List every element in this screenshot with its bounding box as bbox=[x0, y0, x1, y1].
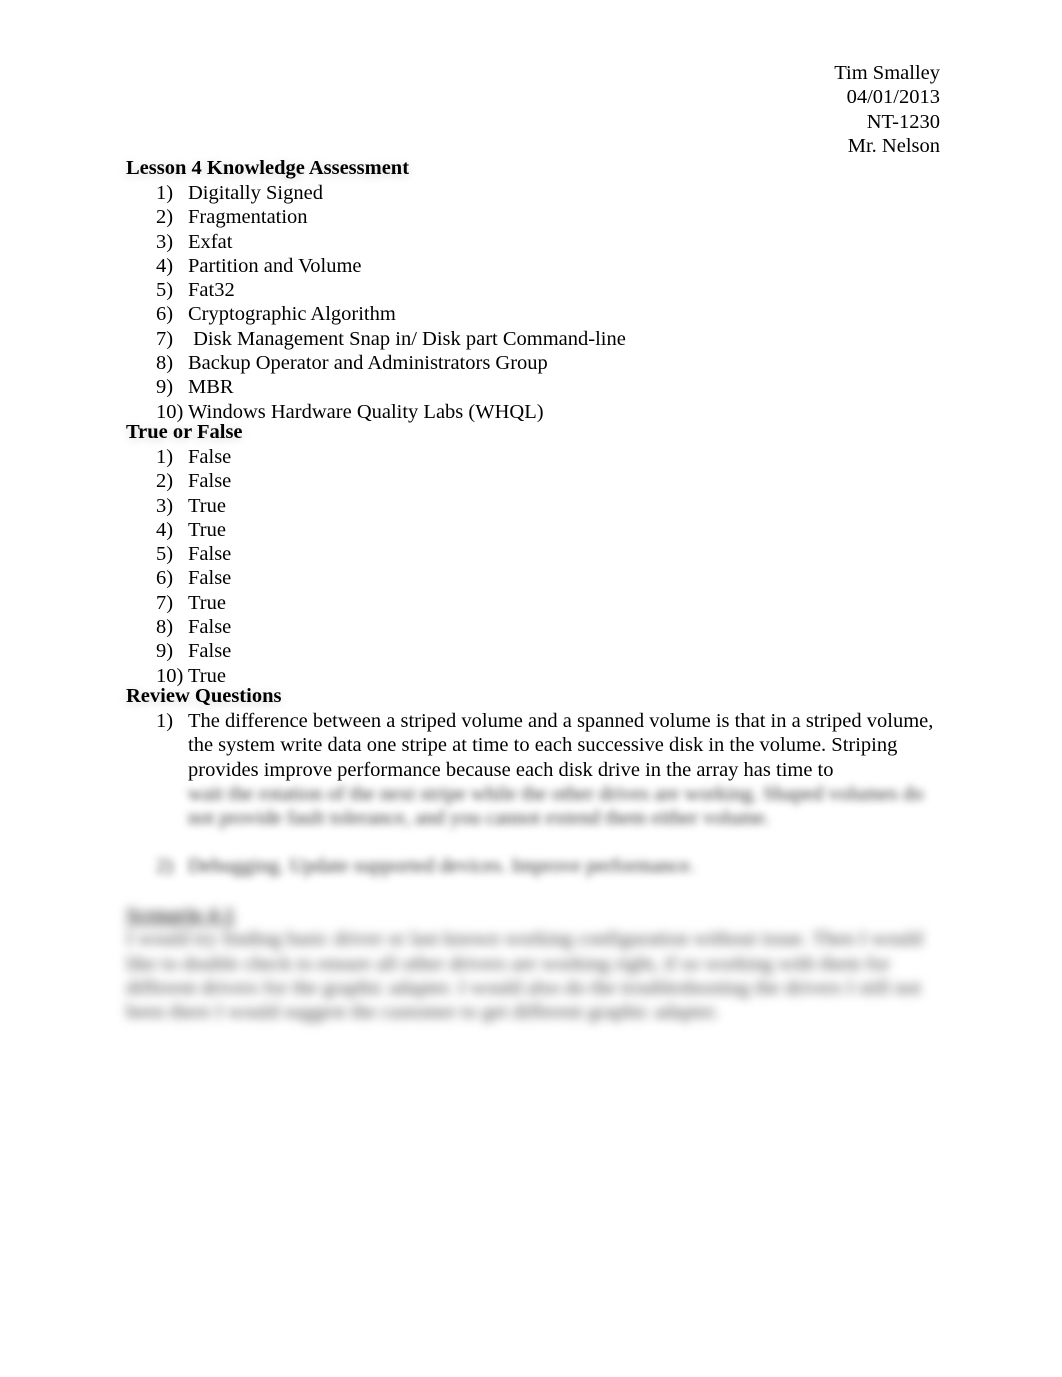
review-answer-text: The difference between a striped volume … bbox=[188, 710, 934, 781]
document-header: Tim Smalley 04/01/2013 NT-1230 Mr. Nelso… bbox=[834, 61, 940, 158]
item-text: False bbox=[188, 446, 232, 468]
list-item: 1) False bbox=[156, 445, 231, 469]
list-item: 9) MBR bbox=[156, 375, 626, 399]
true-or-false-heading: True or False bbox=[126, 421, 243, 443]
list-item: 2) Fragmentation bbox=[156, 205, 626, 229]
item-text: False bbox=[188, 470, 232, 493]
author-name: Tim Smalley bbox=[834, 62, 940, 84]
item-text: Digitally Signed bbox=[188, 182, 323, 204]
item-text: Backup Operator and Administrators Group bbox=[188, 352, 548, 375]
item-text: Fragmentation bbox=[188, 206, 308, 229]
item-number: 2) bbox=[156, 855, 174, 878]
true-or-false-list: 1) False 2) False 3) True 4) True 5) False 6)… bbox=[156, 445, 231, 688]
item-number: 9) bbox=[156, 376, 174, 399]
course-code: NT-1230 bbox=[866, 110, 940, 133]
item-number: 1) bbox=[156, 710, 174, 732]
scenario-section: Scenario 4-1 I would try finding basic d… bbox=[126, 903, 936, 1024]
item-number: 2) bbox=[156, 206, 174, 229]
item-number: 1) bbox=[156, 446, 174, 468]
item-text: Partition and Volume bbox=[188, 254, 362, 277]
item-number: 9) bbox=[156, 640, 174, 663]
list-item: 7) True bbox=[156, 591, 231, 615]
item-number: 6) bbox=[156, 303, 174, 326]
item-number: 5) bbox=[156, 543, 174, 566]
item-number: 8) bbox=[156, 352, 174, 375]
review-questions-heading: Review Questions bbox=[126, 685, 282, 707]
instructor-name: Mr. Nelson bbox=[847, 134, 940, 157]
item-text: False bbox=[188, 640, 232, 663]
review-answer-blurred-text: wait the rotation of the next stripe whi… bbox=[188, 782, 924, 830]
scenario-heading: Scenario 4-1 bbox=[126, 904, 235, 926]
knowledge-assessment-list: 1) Digitally Signed 2) Fragmentation 3) Exf… bbox=[156, 181, 626, 424]
list-item: 1) Digitally Signed bbox=[156, 181, 626, 205]
list-item: 6) False bbox=[156, 566, 231, 590]
item-number: 4) bbox=[156, 254, 174, 277]
item-number: 1) bbox=[156, 182, 174, 204]
list-item: 4) Partition and Volume bbox=[156, 254, 626, 278]
item-text: Fat32 bbox=[188, 279, 235, 302]
item-text: Disk Management Snap in/ Disk part Comma… bbox=[188, 327, 626, 350]
item-number: 6) bbox=[156, 567, 174, 590]
item-text: True bbox=[188, 591, 226, 614]
item-text: True bbox=[188, 518, 226, 541]
item-text: False bbox=[188, 543, 232, 566]
scenario-text: I would try finding basic driver or last… bbox=[126, 928, 923, 1024]
item-number: 3) bbox=[156, 230, 174, 253]
item-text: Exfat bbox=[188, 230, 233, 253]
review-questions-list: 1) The difference between a striped volu… bbox=[156, 709, 946, 879]
list-item: 2) False bbox=[156, 469, 231, 493]
list-item: 7) Disk Management Snap in/ Disk part Co… bbox=[156, 327, 626, 351]
review-answer-blurred-text: Debugging. Update supported devices. Imp… bbox=[188, 855, 695, 878]
list-item: 9) False bbox=[156, 639, 231, 663]
knowledge-assessment-heading: Lesson 4 Knowledge Assessment bbox=[126, 157, 410, 179]
document-page: Tim Smalley 04/01/2013 NT-1230 Mr. Nelso… bbox=[0, 0, 1062, 1377]
list-item: 8) Backup Operator and Administrators Gro… bbox=[156, 351, 626, 375]
list-item: 3) Exfat bbox=[156, 230, 626, 254]
list-item: 3) True bbox=[156, 494, 231, 518]
list-item: 5) False bbox=[156, 542, 231, 566]
list-item: 8) False bbox=[156, 615, 231, 639]
document-date: 04/01/2013 bbox=[846, 86, 940, 109]
list-item: 5) Fat32 bbox=[156, 278, 626, 302]
item-number: 3) bbox=[156, 494, 174, 517]
item-number: 4) bbox=[156, 518, 174, 541]
review-question-item: 1) The difference between a striped volu… bbox=[156, 709, 946, 830]
list-item: 6) Cryptographic Algorithm bbox=[156, 302, 626, 326]
item-text: False bbox=[188, 567, 232, 590]
item-number: 2) bbox=[156, 470, 174, 493]
item-text: MBR bbox=[188, 376, 234, 399]
item-number: 8) bbox=[156, 616, 174, 639]
item-text: Cryptographic Algorithm bbox=[188, 303, 396, 326]
list-item: 4) True bbox=[156, 518, 231, 542]
item-number: 5) bbox=[156, 279, 174, 302]
item-text: False bbox=[188, 616, 232, 639]
item-number: 7) bbox=[156, 591, 174, 614]
item-text: True bbox=[188, 494, 226, 517]
review-question-item: 2) Debugging. Update supported devices. … bbox=[156, 854, 946, 878]
item-number: 7) bbox=[156, 327, 174, 350]
